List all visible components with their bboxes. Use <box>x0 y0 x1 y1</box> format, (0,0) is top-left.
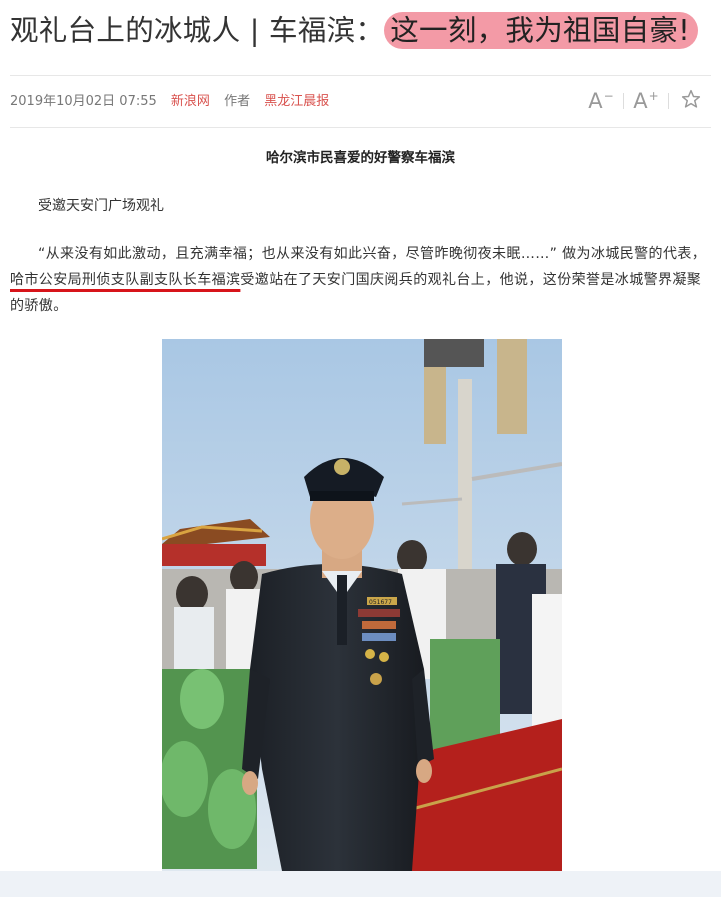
publish-date: 2019年10月02日 07:55 <box>10 94 157 109</box>
article-meta: 2019年10月02日 07:55 新浪网 作者 黑龙江晨报 <box>10 92 339 112</box>
font-decrease-button[interactable]: A− <box>579 89 623 113</box>
badge-number: 051677 <box>369 599 392 606</box>
paragraph-1: 受邀天安门广场观礼 <box>38 198 164 214</box>
star-icon <box>681 89 701 108</box>
font-increase-button[interactable]: A+ <box>624 89 668 113</box>
article-tools: A− A+ <box>579 86 713 116</box>
source-link[interactable]: 新浪网 <box>171 94 210 109</box>
author-label: 作者 <box>224 94 251 109</box>
footer-bar <box>0 871 721 897</box>
divider <box>10 75 711 76</box>
article-title: 观礼台上的冰城人 | 车福滨： 这一刻，我为祖国自豪! <box>10 8 721 54</box>
image-caption: 哈尔滨市民喜爱的好警察车福滨 <box>266 150 455 166</box>
author-link[interactable]: 黑龙江晨报 <box>264 94 329 109</box>
title-main: 观礼台上的冰城人 | 车福滨： <box>10 14 385 47</box>
divider <box>10 127 711 128</box>
article-photo: 051677 <box>162 339 562 871</box>
favorite-button[interactable] <box>669 89 713 114</box>
paragraph-2: “从来没有如此激动，且充满幸福；也从来没有如此兴奋，尽管昨晚彻夜未眠……” 做为… <box>10 246 707 314</box>
title-highlight: 这一刻，我为祖国自豪! <box>384 12 698 49</box>
highlighted-name: 哈市公安局刑侦支队副支队长车福滨 <box>10 272 241 288</box>
photo-illustration: 051677 <box>162 339 562 871</box>
